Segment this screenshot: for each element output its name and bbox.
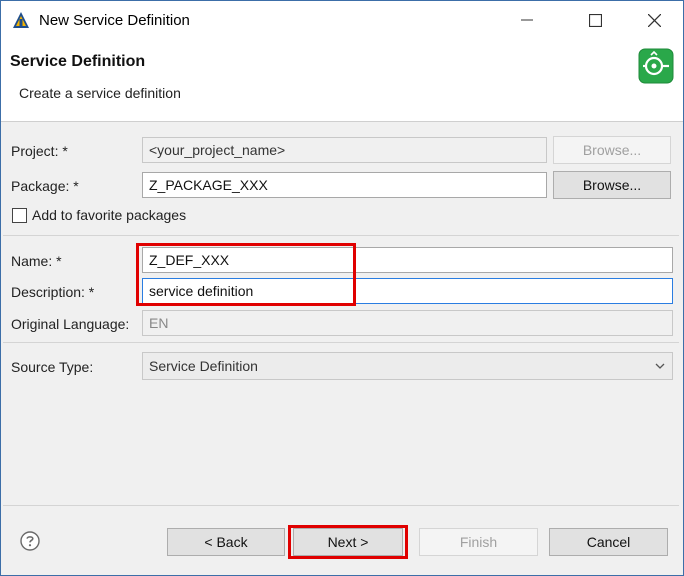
eclipse-adt-icon bbox=[12, 11, 30, 29]
dialog-window: New Service Definition Service Definitio… bbox=[0, 0, 684, 576]
minimize-button[interactable] bbox=[504, 1, 550, 39]
original-language-field: EN bbox=[142, 310, 673, 336]
package-label: Package: * bbox=[11, 178, 79, 194]
separator bbox=[3, 505, 679, 506]
next-button-highlight bbox=[288, 525, 408, 559]
source-type-label: Source Type: bbox=[11, 359, 94, 375]
finish-button: Finish bbox=[419, 528, 538, 556]
maximize-button[interactable] bbox=[572, 1, 618, 39]
maximize-icon bbox=[588, 13, 602, 27]
window-title: New Service Definition bbox=[39, 12, 190, 29]
source-type-select[interactable]: Service Definition bbox=[142, 352, 673, 380]
description-label: Description: * bbox=[11, 284, 95, 300]
minimize-icon bbox=[521, 19, 533, 21]
name-label: Name: * bbox=[11, 253, 62, 269]
favorite-checkbox[interactable] bbox=[12, 208, 27, 223]
source-type-value: Service Definition bbox=[149, 358, 258, 374]
title-bar: New Service Definition bbox=[1, 1, 683, 39]
package-field[interactable]: Z_PACKAGE_XXX bbox=[142, 172, 547, 198]
back-button[interactable]: < Back bbox=[167, 528, 285, 556]
separator bbox=[3, 235, 679, 236]
separator bbox=[3, 342, 679, 343]
project-label: Project: * bbox=[11, 143, 68, 159]
page-title: Service Definition bbox=[10, 53, 146, 70]
help-icon[interactable] bbox=[20, 531, 40, 551]
page-subtitle: Create a service definition bbox=[19, 85, 181, 101]
original-language-label: Original Language: bbox=[11, 316, 130, 332]
project-field: <your_project_name> bbox=[142, 137, 547, 163]
close-button[interactable] bbox=[631, 1, 677, 39]
cancel-button[interactable]: Cancel bbox=[549, 528, 668, 556]
project-browse-button: Browse... bbox=[553, 136, 671, 164]
service-definition-icon bbox=[603, 39, 683, 121]
favorite-label: Add to favorite packages bbox=[32, 207, 187, 223]
close-icon bbox=[647, 13, 661, 27]
name-description-highlight bbox=[136, 243, 356, 306]
chevron-down-icon bbox=[655, 363, 665, 369]
wizard-header: Service Definition Create a service defi… bbox=[1, 39, 683, 122]
package-browse-button[interactable]: Browse... bbox=[553, 171, 671, 199]
